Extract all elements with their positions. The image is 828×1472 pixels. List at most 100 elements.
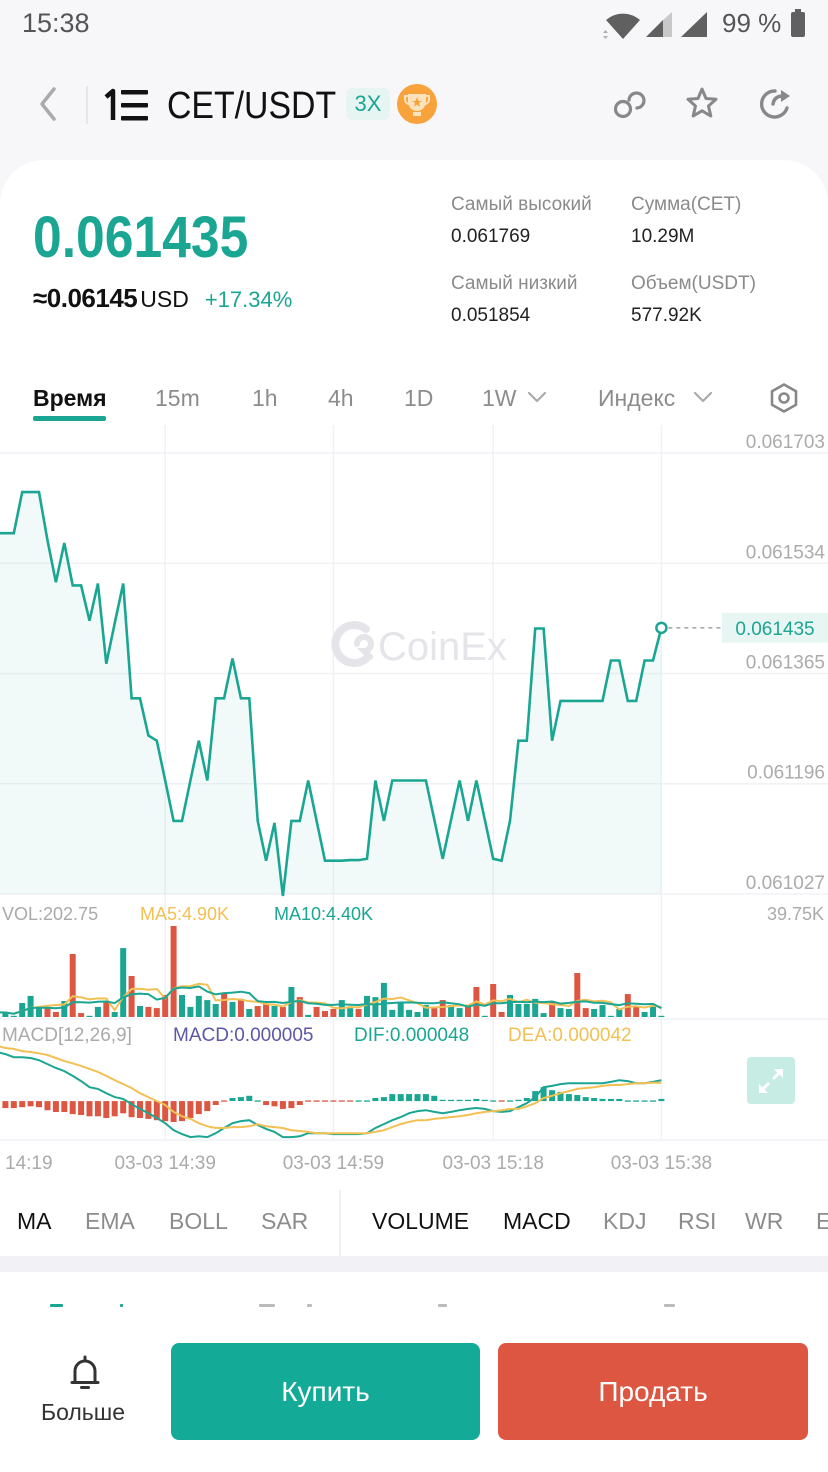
cet-logo-icon: [103, 88, 149, 122]
macd-histogram-bar: [372, 1098, 379, 1101]
macd-histogram-bar: [473, 1098, 480, 1102]
volume-bar: [389, 1009, 396, 1017]
clipped-tab-glyph: [50, 1304, 63, 1307]
volume-legend-vol: VOL:202.75: [2, 904, 99, 924]
macd-histogram-bar: [456, 1099, 463, 1102]
tab-4h[interactable]: 4h: [328, 387, 354, 410]
macd-histogram-bar: [69, 1101, 76, 1115]
usd-approx-price: ≈0.06145: [33, 283, 138, 313]
indicator-sar[interactable]: SAR: [261, 1210, 308, 1233]
link-icon[interactable]: [612, 87, 646, 121]
clipped-tab-glyph: [664, 1304, 675, 1307]
volume-bar: [355, 1009, 362, 1017]
macd-histogram-bar: [204, 1101, 211, 1112]
fullscreen-button[interactable]: [747, 1057, 795, 1104]
macd-histogram-bar: [271, 1101, 278, 1107]
volume-bar: [52, 1012, 59, 1017]
macd-histogram-bar: [120, 1101, 127, 1114]
battery-icon: [790, 9, 806, 38]
expand-icon: [757, 1067, 785, 1095]
chart-settings-icon[interactable]: [768, 382, 800, 414]
macd-legend-name: MACD[12,26,9]: [2, 1025, 132, 1046]
macd-histogram-bar: [641, 1100, 648, 1102]
volume-bar: [624, 994, 631, 1017]
price-chart[interactable]: CoinEx 0.061703 0.061534 0.061365 0.061196 0.…: [0, 425, 828, 1190]
macd-histogram-bar: [650, 1100, 656, 1102]
chevron-down-icon[interactable]: [527, 391, 547, 403]
macd-histogram-bar: [406, 1094, 413, 1102]
indicator-ma[interactable]: MA: [17, 1210, 52, 1233]
tab-time[interactable]: Время: [33, 387, 107, 410]
indicator-wr[interactable]: WR: [745, 1210, 783, 1233]
time-axis-label: 03-03 14:39: [114, 1153, 215, 1174]
star-icon[interactable]: [685, 86, 719, 120]
tab-1d[interactable]: 1D: [404, 387, 433, 410]
header-divider: [86, 86, 88, 124]
tab-15m[interactable]: 15m: [155, 387, 200, 410]
header: CET/USDT 3X: [0, 60, 828, 155]
macd-histogram-bar: [145, 1101, 152, 1119]
bell-icon: [69, 1354, 101, 1392]
volume-bar: [170, 926, 177, 1017]
trophy-icon[interactable]: [397, 84, 437, 124]
macd-histogram-bar: [305, 1100, 312, 1102]
pair-title[interactable]: CET/USDT: [167, 87, 336, 125]
tab-1w[interactable]: 1W: [482, 387, 517, 410]
volume-bar: [204, 1000, 211, 1017]
indicator-rsi[interactable]: RSI: [678, 1210, 716, 1233]
indicator-volume[interactable]: VOLUME: [372, 1210, 469, 1233]
macd-histogram-bar: [52, 1101, 59, 1112]
volume-bar: [599, 1005, 606, 1017]
volume-bar: [540, 1013, 547, 1017]
coinex-watermark: CoinEx: [331, 621, 507, 669]
macd-histogram-bar: [19, 1101, 26, 1108]
indicator-boll[interactable]: BOLL: [169, 1210, 228, 1233]
macd-histogram-bar: [565, 1094, 572, 1102]
macd-histogram-bar: [296, 1101, 303, 1105]
volume-bar: [27, 995, 34, 1017]
volume-bar: [263, 1004, 270, 1017]
macd-histogram-bar: [591, 1098, 598, 1101]
more-button[interactable]: Больше: [36, 1352, 136, 1432]
chevron-down-icon[interactable]: [693, 391, 713, 403]
volume-bar: [279, 1006, 286, 1017]
macd-histogram-bar: [2, 1101, 9, 1109]
macd-histogram-bar: [507, 1100, 513, 1102]
volume-bar: [111, 1012, 118, 1017]
indicator-kdj[interactable]: KDJ: [603, 1210, 646, 1233]
stat-label-amount: Сумма(CET): [631, 194, 742, 215]
tab-1h[interactable]: 1h: [252, 387, 278, 410]
clipped-tab-glyph: [259, 1304, 275, 1307]
macd-histogram-bar: [195, 1101, 202, 1115]
volume-bar: [591, 1009, 598, 1017]
share-icon[interactable]: [757, 86, 793, 122]
volume-bar: [515, 1004, 522, 1017]
macd-histogram-bar: [288, 1101, 295, 1109]
volume-bar: [557, 1008, 564, 1017]
back-icon[interactable]: [36, 86, 60, 122]
macd-histogram-bar: [397, 1094, 404, 1102]
macd-histogram-bar: [658, 1098, 665, 1102]
signal-icon: [680, 12, 708, 38]
macd-histogram-bar: [263, 1101, 270, 1105]
indicator-more-clipped[interactable]: E: [816, 1210, 828, 1233]
price-axis-label: 0.061703: [746, 432, 825, 453]
volume-bar: [582, 1008, 589, 1017]
macd-histogram-bar: [279, 1101, 286, 1109]
volume-bar: [465, 1006, 471, 1017]
time-axis-label: 03-03 15:38: [611, 1153, 712, 1174]
macd-histogram-bar: [111, 1101, 118, 1117]
volume-bar: [565, 1009, 572, 1017]
macd-histogram-bar: [389, 1094, 396, 1102]
volume-bar: [195, 995, 202, 1017]
sell-button[interactable]: Продать: [498, 1343, 808, 1440]
price-axis-label: 0.061196: [747, 763, 825, 784]
indicator-macd[interactable]: MACD: [503, 1210, 571, 1233]
macd-histogram-bar: [465, 1099, 471, 1102]
indicator-ema[interactable]: EMA: [85, 1210, 135, 1233]
volume-bar: [633, 1006, 640, 1017]
macd-histogram-bar: [515, 1099, 522, 1102]
tab-index[interactable]: Индекс: [598, 387, 675, 410]
buy-button[interactable]: Купить: [171, 1343, 480, 1440]
volume-bar: [145, 1006, 152, 1017]
